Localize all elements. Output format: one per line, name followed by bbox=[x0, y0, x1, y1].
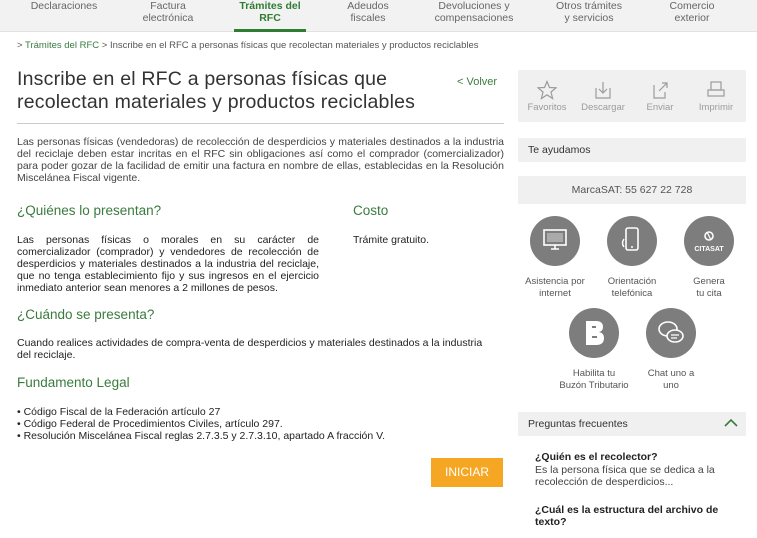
cuando-section: ¿Cuándo se presenta? Cuando realices act… bbox=[17, 307, 497, 361]
fundamento-item: • Resolución Miscelánea Fiscal reglas 2.… bbox=[17, 430, 386, 442]
breadcrumb-separator: > bbox=[17, 40, 23, 51]
star-icon bbox=[523, 80, 571, 100]
genera-cita-label[interactable]: Genera tu cita bbox=[669, 276, 749, 300]
top-nav: Declaraciones Factura electrónica Trámit… bbox=[0, 0, 757, 32]
phone-icon bbox=[621, 227, 639, 251]
computer-icon bbox=[543, 229, 567, 250]
cuando-text: Cuando realices actividades de compra-ve… bbox=[17, 337, 483, 361]
help-header: Te ayudamos bbox=[518, 138, 746, 162]
favoritos-button[interactable]: Favoritos bbox=[523, 80, 571, 113]
faq-question[interactable]: ¿Cuál es la estructura del archivo de te… bbox=[535, 504, 740, 528]
nav-otros-tramites[interactable]: Otros trámites y servicios bbox=[544, 0, 634, 32]
fundamento-item: • Código Federal de Procedimientos Civil… bbox=[17, 418, 283, 430]
favoritos-label: Favoritos bbox=[527, 102, 567, 113]
intro-text: Las personas físicas (vendedoras) de rec… bbox=[17, 136, 504, 184]
orientacion-telefonica-label[interactable]: Orientación telefónica bbox=[592, 276, 672, 300]
nav-factura-electronica[interactable]: Factura electrónica bbox=[124, 0, 212, 32]
marcasat-phone[interactable]: MarcaSAT: 55 627 22 728 bbox=[518, 176, 746, 204]
fundamento-section: Fundamento Legal • Código Fiscal de la F… bbox=[17, 375, 497, 442]
faq-question[interactable]: ¿Quién es el recolector? bbox=[535, 451, 740, 463]
enviar-label: Enviar bbox=[646, 102, 674, 113]
quienes-text: Las personas físicas o morales en su car… bbox=[17, 234, 319, 294]
page-title: Inscribe en el RFC a personas físicas qu… bbox=[17, 68, 416, 113]
costo-heading: Costo bbox=[353, 203, 389, 218]
nav-adeudos-fiscales[interactable]: Adeudos fiscales bbox=[330, 0, 406, 32]
enviar-button[interactable]: Enviar bbox=[636, 80, 684, 113]
nav-tramites-rfc[interactable]: Trámites del RFC bbox=[234, 0, 306, 32]
asistencia-internet-button[interactable] bbox=[530, 216, 580, 266]
nav-devoluciones[interactable]: Devoluciones y compensaciones bbox=[424, 0, 524, 32]
fundamento-list: • Código Fiscal de la Federación artícul… bbox=[17, 406, 497, 442]
orientacion-telefonica-button[interactable] bbox=[607, 216, 657, 266]
fundamento-heading: Fundamento Legal bbox=[17, 375, 130, 390]
chevron-up-icon[interactable] bbox=[724, 418, 738, 428]
faq-header[interactable]: Preguntas frecuentes bbox=[518, 412, 746, 436]
asistencia-internet-label[interactable]: Asistencia por internet bbox=[515, 276, 595, 300]
buzon-tributario-button[interactable] bbox=[569, 308, 619, 358]
iniciar-button[interactable]: INICIAR bbox=[431, 458, 503, 487]
breadcrumb-separator: > bbox=[101, 40, 108, 51]
citasat-badge: CITASAT bbox=[694, 246, 724, 253]
imprimir-button[interactable]: Imprimir bbox=[692, 80, 740, 113]
buzon-tributario-label[interactable]: Habilita tu Buzón Tributario bbox=[554, 368, 634, 392]
share-toolbar: Favoritos Descargar Enviar Imprimir bbox=[518, 70, 746, 122]
download-icon bbox=[579, 80, 627, 100]
back-link[interactable]: < Volver bbox=[457, 76, 497, 88]
quienes-section: ¿Quiénes lo presentan? Las personas físi… bbox=[17, 203, 319, 294]
quienes-heading: ¿Quiénes lo presentan? bbox=[17, 203, 162, 218]
imprimir-label: Imprimir bbox=[698, 102, 734, 113]
title-divider bbox=[17, 123, 504, 124]
chat-label[interactable]: Chat uno a uno bbox=[631, 368, 711, 392]
costo-section: Costo Trámite gratuito. bbox=[353, 203, 503, 246]
chat-icon bbox=[658, 321, 684, 343]
breadcrumb-current: Inscribe en el RFC a personas físicas qu… bbox=[109, 40, 479, 51]
print-icon bbox=[692, 80, 740, 100]
breadcrumb: > Trámites del RFC > Inscribe en el RFC … bbox=[17, 40, 479, 51]
buzon-icon bbox=[586, 321, 604, 345]
send-icon bbox=[636, 80, 684, 100]
nav-comercio-exterior[interactable]: Comercio exterior bbox=[652, 0, 732, 32]
genera-cita-button[interactable]: CITASAT bbox=[684, 216, 734, 266]
faq-header-label: Preguntas frecuentes bbox=[528, 418, 628, 430]
chat-button[interactable] bbox=[646, 308, 696, 358]
main-content: Inscribe en el RFC a personas físicas qu… bbox=[17, 68, 504, 184]
nav-declaraciones[interactable]: Declaraciones bbox=[16, 0, 112, 32]
breadcrumb-parent-link[interactable]: Trámites del RFC bbox=[25, 40, 99, 51]
fundamento-item: • Código Fiscal de la Federación artícul… bbox=[17, 406, 221, 418]
faq-answer: Es la persona física que se dedica a la … bbox=[535, 464, 715, 488]
cuando-heading: ¿Cuándo se presenta? bbox=[17, 307, 155, 322]
descargar-label: Descargar bbox=[581, 102, 625, 113]
descargar-button[interactable]: Descargar bbox=[579, 80, 627, 113]
costo-text: Trámite gratuito. bbox=[353, 234, 430, 246]
